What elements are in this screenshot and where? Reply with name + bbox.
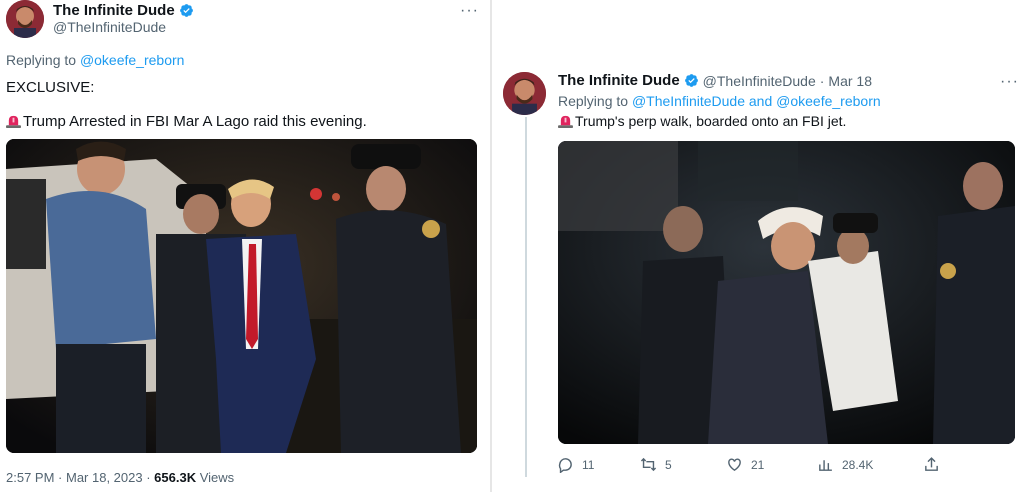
more-options-button[interactable]: ··· <box>460 3 479 19</box>
author-handle[interactable]: @TheInfiniteDude <box>703 73 816 89</box>
views-count: 28.4K <box>842 457 874 472</box>
share-button[interactable] <box>923 456 940 473</box>
left-tweet: The Infinite Dude @TheInfiniteDude ··· R… <box>0 0 490 492</box>
tweet-text-line-2-row: Trump Arrested in FBI Mar A Lago raid th… <box>6 113 367 130</box>
tweet-text-line-1: EXCLUSIVE: <box>6 79 95 96</box>
replying-to-link-2[interactable]: @okeefe_reborn <box>776 93 881 109</box>
replying-to-line: Replying to @okeefe_reborn <box>6 52 184 68</box>
tweet-timestamp-line: 2:57 PM · Mar 18, 2023 · 656.3K Views <box>6 470 234 485</box>
verified-badge-icon <box>179 4 193 17</box>
thread-connector-line <box>525 117 527 477</box>
tweet-photo-arrest[interactable] <box>6 139 477 453</box>
reply-count: 11 <box>582 457 595 472</box>
police-siren-icon <box>558 115 573 128</box>
replying-to-prefix: Replying to <box>6 52 80 68</box>
more-options-button[interactable]: ··· <box>1000 74 1019 90</box>
replying-to-link-1[interactable]: @TheInfiniteDude <box>632 93 745 109</box>
separator-dot: · <box>142 470 155 485</box>
police-siren-icon <box>6 115 21 128</box>
author-name-row: The Infinite Dude @TheInfiniteDude · Mar… <box>558 72 872 89</box>
heart-icon <box>728 458 741 472</box>
views-bar-chart-icon <box>819 460 832 471</box>
tweet-text: Trump's perp walk, boarded onto an FBI j… <box>575 113 847 129</box>
avatar[interactable] <box>503 72 546 115</box>
views-count: 656.3K <box>154 470 197 485</box>
author-name-row: The Infinite Dude <box>53 2 194 19</box>
avatar-image <box>6 0 44 38</box>
replying-to-prefix: Replying to <box>558 93 632 109</box>
views-button[interactable]: 28.4K <box>817 456 873 473</box>
separator-dot: · <box>54 470 66 485</box>
retweet-icon <box>640 457 657 472</box>
arrest-photo-illustration <box>6 139 477 453</box>
tweet-text-line-2: Trump Arrested in FBI Mar A Lago raid th… <box>23 113 367 130</box>
author-handle[interactable]: @TheInfiniteDude <box>53 19 166 35</box>
tweet-date[interactable]: Mar 18, 2023 <box>66 470 143 485</box>
author-display-name[interactable]: The Infinite Dude <box>558 72 680 89</box>
tweet-text-row: Trump's perp walk, boarded onto an FBI j… <box>558 113 846 129</box>
reply-button[interactable]: 11 <box>557 456 594 473</box>
retweet-count: 5 <box>665 457 672 472</box>
tweet-time[interactable]: 2:57 PM <box>6 470 54 485</box>
author-display-name[interactable]: The Infinite Dude <box>53 2 175 19</box>
replying-to-and: and <box>745 93 777 109</box>
separator-dot: · <box>819 72 825 89</box>
reply-icon <box>558 458 572 473</box>
replying-to-line: Replying to @TheInfiniteDude and @okeefe… <box>558 93 881 109</box>
like-count: 21 <box>751 457 765 472</box>
avatar-image <box>503 72 546 115</box>
share-icon <box>925 457 938 471</box>
avatar[interactable] <box>6 0 44 38</box>
replying-to-link[interactable]: @okeefe_reborn <box>80 52 185 68</box>
verified-badge-icon <box>684 74 698 87</box>
tweet-photo-perp-walk[interactable] <box>558 141 1015 444</box>
views-label: Views <box>196 470 235 485</box>
like-button[interactable]: 21 <box>726 456 764 473</box>
retweet-button[interactable]: 5 <box>640 456 672 473</box>
tweet-date[interactable]: Mar 18 <box>828 73 872 89</box>
tweet-action-bar: 11 5 21 28.4K <box>557 456 947 476</box>
perp-walk-photo-illustration <box>558 141 1015 444</box>
